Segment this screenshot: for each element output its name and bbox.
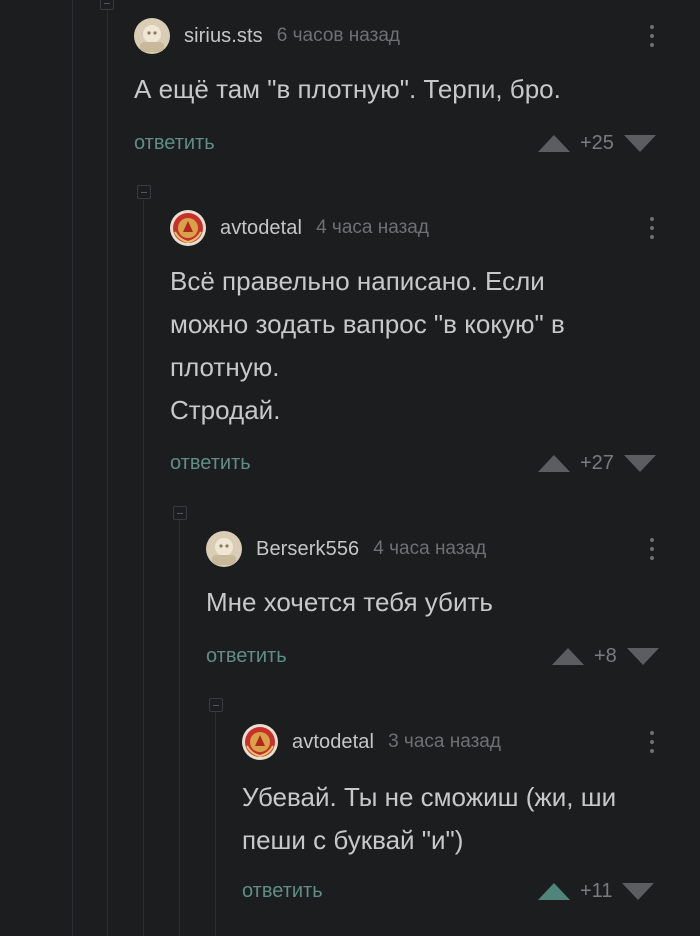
comment-header: avtodetal 3 часа назад [242,722,501,762]
rating-score: +25 [580,131,614,154]
more-options-icon[interactable] [642,533,662,565]
comment-timestamp[interactable]: 4 часа назад [373,538,486,560]
thread-line [143,200,144,936]
comment-header: avtodetal 4 часа назад [170,208,429,248]
thread-line [72,0,73,936]
collapse-thread-button[interactable] [173,506,187,520]
vote-controls: +11 [538,876,655,906]
more-options-icon[interactable] [642,212,662,244]
downvote-icon[interactable] [622,882,655,900]
rating-score: +11 [580,879,613,902]
username[interactable]: avtodetal [292,731,374,754]
comment-text: Мне хочется тебя убить [206,587,493,617]
reply-link[interactable]: ответить [242,880,323,903]
avatar[interactable] [206,531,242,567]
upvote-icon[interactable] [538,454,570,472]
reply-link[interactable]: ответить [134,132,215,155]
avatar[interactable] [170,210,206,246]
avatar[interactable] [134,18,170,54]
comment-timestamp[interactable]: 4 часа назад [316,217,429,239]
comment-text: Всё правельно написано. Если можно зодат… [170,266,565,425]
comment-text: Убевай. Ты не сможиш (жи, ши пеши с букв… [242,782,617,855]
upvote-icon[interactable] [552,647,584,665]
comment-timestamp[interactable]: 3 часа назад [388,731,501,753]
downvote-icon[interactable] [626,647,659,665]
more-options-icon[interactable] [642,20,662,52]
more-options-icon[interactable] [642,726,662,758]
thread-line [107,0,108,936]
comment-header: sirius.sts 6 часов назад [134,16,400,56]
collapse-thread-button[interactable] [209,698,223,712]
comment-header: Berserk556 4 часа назад [206,529,486,569]
reply-link[interactable]: ответить [206,645,287,668]
collapse-thread-button[interactable] [137,185,151,199]
upvote-icon[interactable] [538,134,570,152]
reply-link[interactable]: ответить [170,452,251,475]
thread-line [179,520,180,936]
vote-controls: +27 [538,448,656,478]
username[interactable]: avtodetal [220,217,302,240]
vote-controls: +8 [552,641,659,671]
username[interactable]: sirius.sts [184,25,263,48]
upvote-icon[interactable] [538,882,570,900]
collapse-thread-button[interactable] [100,0,114,10]
downvote-icon[interactable] [623,454,656,472]
comment-timestamp[interactable]: 6 часов назад [277,25,400,47]
comment: sirius.sts 6 часов назад А ещё там "в пл… [134,16,700,166]
username[interactable]: Berserk556 [256,538,359,561]
thread-line [215,712,216,936]
comment: avtodetal 3 часа назад Убевай. Ты не смо… [242,722,700,936]
downvote-icon[interactable] [623,134,656,152]
comment: Berserk556 4 часа назад Мне хочется тебя… [206,529,700,679]
vote-controls: +25 [538,128,656,158]
comment: avtodetal 4 часа назад Всё правельно нап… [170,208,700,488]
avatar[interactable] [242,724,278,760]
comment-text: А ещё там "в плотную". Терпи, бро. [134,74,561,104]
rating-score: +27 [580,451,614,474]
rating-score: +8 [594,644,617,667]
